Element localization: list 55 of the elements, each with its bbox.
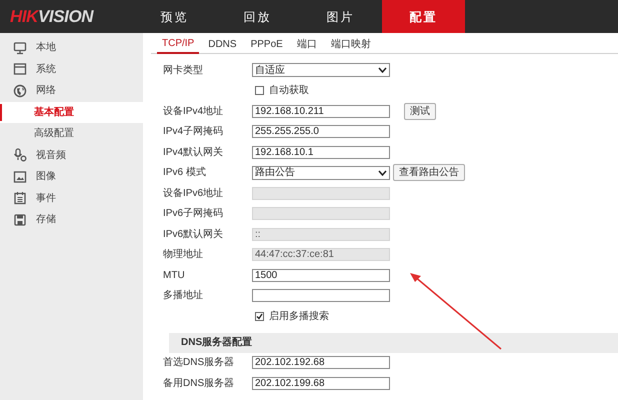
field-label: IPv6子网掩码: [162, 207, 224, 222]
sidebar-item[interactable]: 存储: [36, 212, 56, 228]
calendar-icon: [13, 191, 27, 206]
field-label: IPv4子网掩码: [162, 125, 224, 140]
sidebar-item[interactable]: 事件: [36, 190, 56, 206]
tab[interactable]: PPPoE: [246, 34, 288, 54]
field-label: IPv4默认网关: [162, 146, 224, 160]
action-button[interactable]: 查看路由公告: [393, 164, 465, 182]
field-label: 物理地址: [162, 248, 204, 262]
image-icon: [13, 170, 27, 184]
field-label: 设备IPv6地址: [162, 186, 224, 201]
checkbox-label: 自动获取: [269, 84, 309, 98]
sidebar-item[interactable]: 视音频: [36, 148, 66, 163]
sidebar-item[interactable]: 网络: [36, 83, 56, 98]
input-field[interactable]: [252, 289, 390, 302]
dropdown[interactable]: 自适应: [252, 63, 390, 78]
tab[interactable]: DDNS: [203, 34, 242, 54]
field-label: 首选DNS服务器: [162, 356, 236, 370]
window-icon: [13, 62, 27, 76]
sidebar-item[interactable]: 高级配置: [34, 126, 74, 142]
field-label: 网卡类型: [162, 64, 204, 78]
logo: HIKVISION: [10, 6, 94, 28]
microphone-icon: [13, 148, 27, 162]
checkbox[interactable]: [255, 86, 264, 96]
nav-tab[interactable]: 回放: [216, 0, 299, 33]
sidebar-item[interactable]: 本地: [36, 40, 56, 56]
field-label: IPv6默认网关: [162, 228, 224, 242]
caret-icon: [378, 170, 387, 176]
nav-tab[interactable]: 图片: [299, 0, 382, 33]
field-label: IPv6 模式: [162, 166, 207, 180]
monitor-icon: [13, 40, 27, 55]
input-field[interactable]: 192.168.10.211: [252, 104, 390, 118]
field-label: MTU: [162, 268, 186, 283]
tab[interactable]: 端口: [292, 34, 322, 54]
tab[interactable]: TCP/IP: [157, 34, 200, 54]
input-field[interactable]: 192.168.10.1: [252, 146, 390, 159]
checkbox-label: 启用多播搜索: [269, 310, 329, 324]
checkbox[interactable]: [255, 312, 264, 321]
input-field[interactable]: 255.255.255.0: [252, 125, 390, 138]
nav-tab[interactable]: 预览: [133, 0, 216, 33]
dropdown[interactable]: 路由公告: [252, 166, 390, 180]
sidebar-item[interactable]: 系统: [36, 62, 56, 77]
section-title: DNS服务器配置: [180, 336, 252, 350]
action-button[interactable]: 测试: [404, 102, 436, 120]
sidebar-item[interactable]: 图像: [36, 169, 56, 184]
caret-icon: [378, 67, 387, 74]
input-field[interactable]: 202.102.199.68: [252, 376, 390, 390]
input-field[interactable]: 1500: [252, 268, 390, 282]
tab[interactable]: 端口映射: [326, 34, 376, 54]
field-label: 设备IPv4地址: [162, 104, 224, 119]
field-label: 多播地址: [162, 288, 204, 304]
globe-icon: [13, 84, 27, 98]
input-field[interactable]: 202.102.192.68: [252, 356, 390, 370]
field-label: 备用DNS服务器: [162, 376, 236, 391]
nav-tab[interactable]: 配置: [382, 0, 465, 33]
